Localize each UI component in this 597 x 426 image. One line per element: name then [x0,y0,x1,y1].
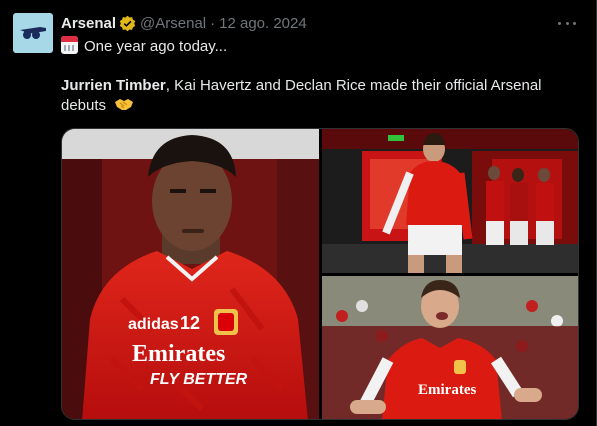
tweet-text-bold-name: Jurrien Timber [61,77,166,94]
tweet-text-line-2: Jurrien Timber, Kai Havertz and Declan R… [61,76,542,96]
tweet-date[interactable]: 12 ago. 2024 [219,15,307,32]
rice-sponsor-text: Emirates [418,382,476,398]
havertz-photo-graphic [322,129,578,273]
rice-photo-graphic: Emirates [322,276,578,419]
author-name[interactable]: Arsenal [61,15,116,32]
photo-jurrien-timber[interactable]: adidas 12 Emirates FLY BETTER [62,129,319,419]
adidas-logo: adidas [128,316,179,333]
more-options-icon[interactable] [558,15,576,31]
handshake-emoji-icon [115,99,134,110]
arsenal-cannon-icon [20,27,46,39]
tweet-text-line-3: debuts [61,96,134,116]
photo-kai-havertz[interactable] [322,129,578,273]
tweet-card[interactable]: Arsenal @Arsenal · 12 ago. 2024 One year… [0,0,597,426]
photo-declan-rice[interactable]: Emirates [322,276,578,419]
header-separator: · [210,14,216,32]
tweet-text-rest: , Kai Havertz and Declan Rice made their… [165,77,542,94]
verified-badge-icon [119,15,136,31]
sponsor-text-top: Emirates [132,341,225,367]
timber-photo-graphic: adidas 12 Emirates FLY BETTER [62,129,319,419]
calendar-emoji-icon [61,36,78,54]
avatar[interactable] [13,13,53,53]
shirt-number: 12 [180,313,200,333]
sponsor-text-bottom: FLY BETTER [150,371,248,388]
media-grid: adidas 12 Emirates FLY BETTER Emirates [61,128,579,420]
tweet-text-debuts: debuts [61,97,107,114]
tweet-text-line-1: One year ago today... [61,36,227,57]
tweet-header: Arsenal @Arsenal · 12 ago. 2024 [61,13,307,33]
tweet-text-intro: One year ago today... [84,38,228,55]
author-handle[interactable]: @Arsenal [140,15,206,32]
